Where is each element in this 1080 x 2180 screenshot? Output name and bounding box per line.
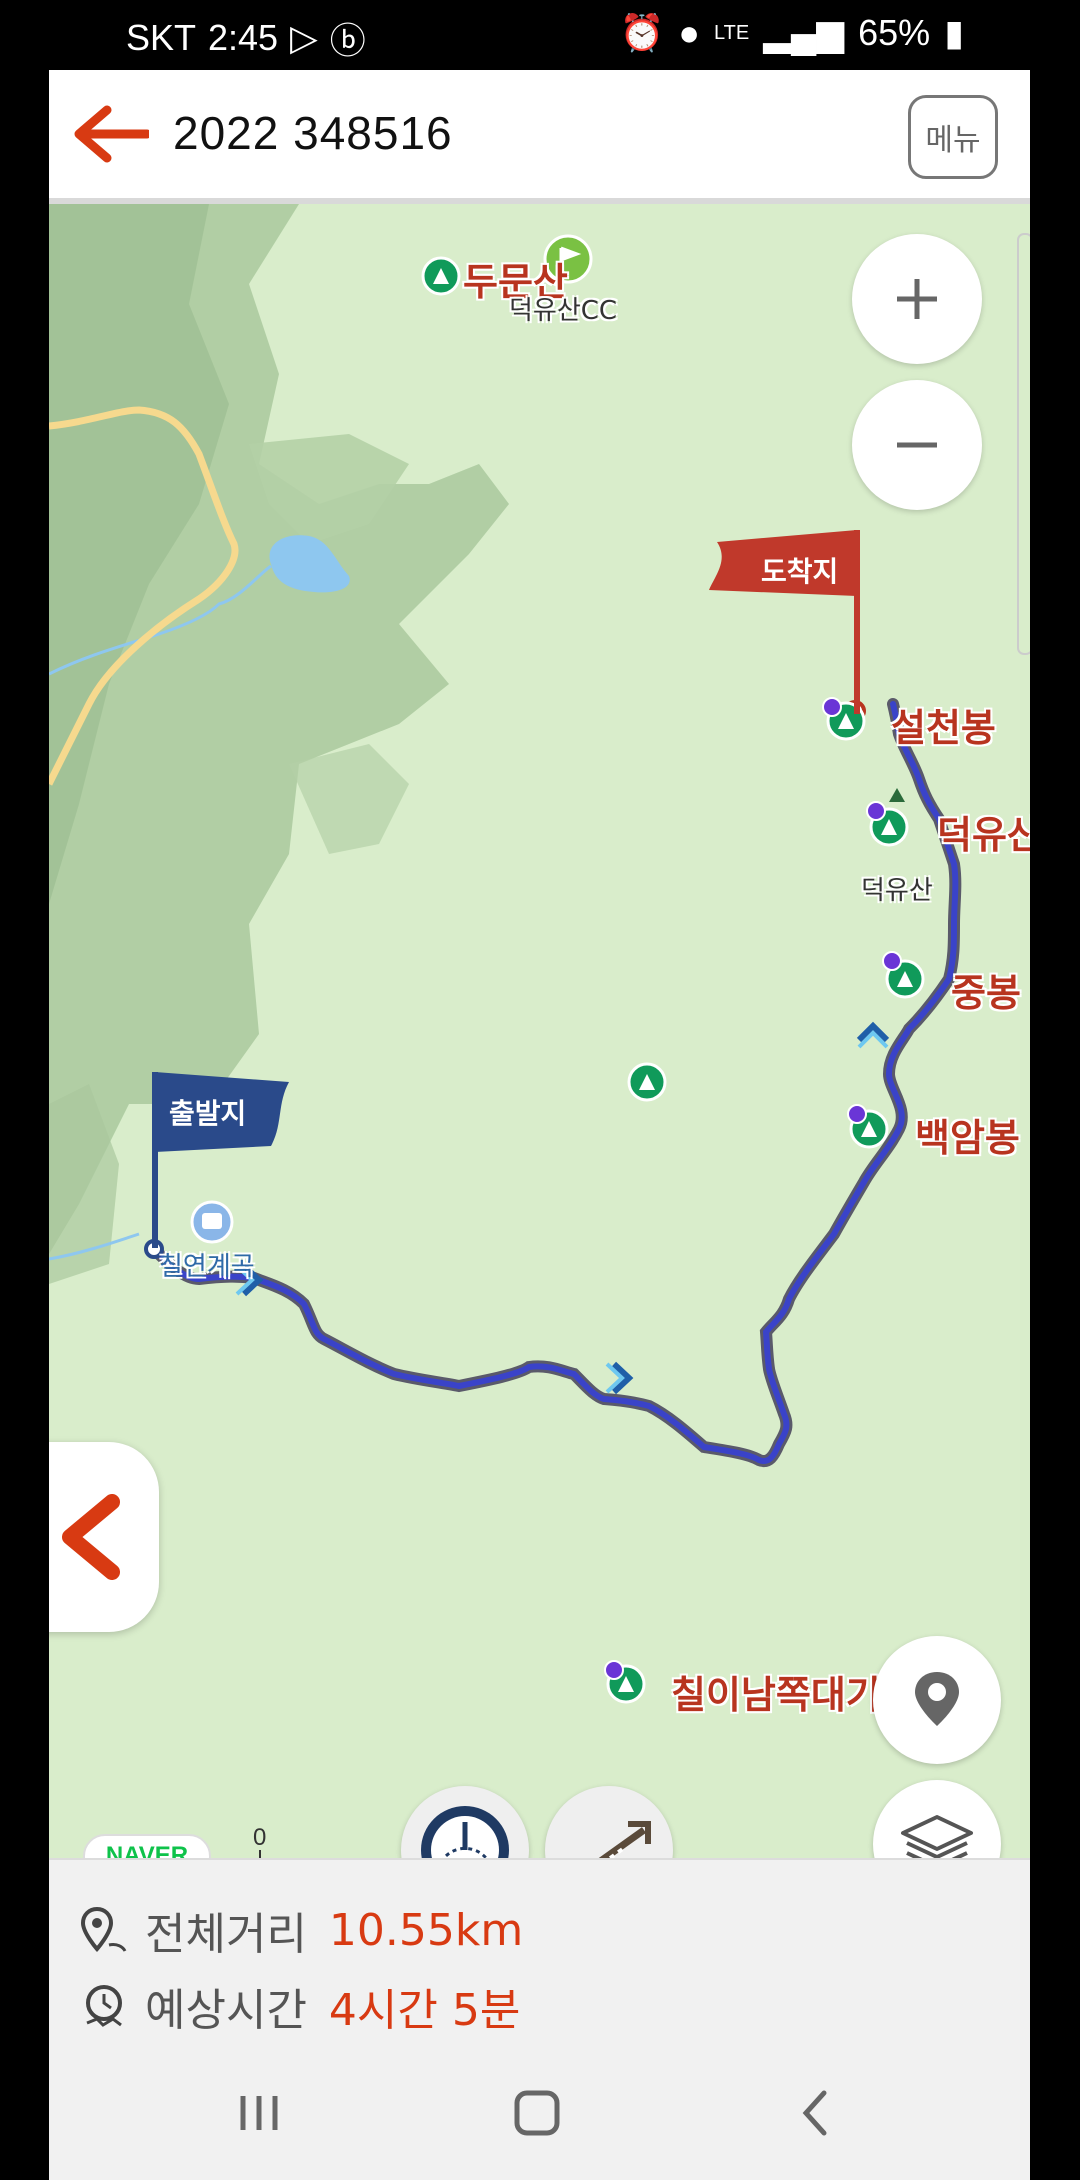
start-flag-label: 출발지 [169, 1097, 247, 1130]
status-right: ⏰ ● LTE ▂▄▆ 65% ▮ [619, 12, 964, 54]
peak-label-seolcheonbong[interactable]: 설천봉 [891, 697, 996, 752]
location-status-icon: ● [678, 12, 701, 53]
nav-back-button[interactable] [775, 2078, 855, 2148]
naver-logo: NAVER [83, 1834, 211, 1858]
start-poi-label[interactable]: 칠연계곡 [159, 1246, 255, 1283]
header: 2022 348516 메뉴 [49, 70, 1030, 204]
network-type: LTE [714, 21, 750, 44]
my-location-button[interactable] [873, 1636, 1001, 1764]
clock: 2:45 [208, 17, 279, 58]
scale-zero: 0 [253, 1824, 267, 1851]
battery-icon: ▮ [944, 12, 964, 53]
elevation-icon [598, 1821, 651, 1858]
carrier: SKT [126, 17, 197, 58]
peak-label-jungbong[interactable]: 중봉 [951, 962, 1021, 1017]
alarm-icon: ⏰ [619, 12, 665, 53]
scale-bar [259, 1850, 411, 1858]
back-arrow-icon [74, 105, 152, 163]
recent-apps-button[interactable] [219, 2078, 299, 2148]
layers-icon [901, 1815, 973, 1858]
location-icon [915, 1672, 959, 1726]
route-info-panel: 전체거리 10.55km 예상시간 4시간 5분 [49, 1858, 1030, 2050]
side-panel-toggle[interactable] [49, 1442, 159, 1632]
page-title: 2022 348516 [173, 107, 453, 159]
menu-button[interactable]: 메뉴 [908, 95, 998, 179]
peak-label-deogyusan[interactable]: 덕유산 [937, 804, 1030, 859]
zoom-out-icon [897, 442, 937, 448]
home-button[interactable] [497, 2078, 577, 2148]
end-flag-label: 도착지 [761, 555, 839, 588]
route-direction-arrow [605, 1361, 634, 1395]
speed-gauge-icon [421, 1806, 509, 1858]
clock-icon [86, 1985, 122, 2027]
distance-value: 10.55km [328, 1904, 524, 1956]
nav-back-icon [802, 2090, 827, 2136]
app-window: 2022 348516 메뉴 두문산 덕유산CC 설천봉 덕유산 덕유산 중봉 … [49, 70, 1030, 2180]
recent-apps-icon [240, 2096, 278, 2130]
distance-label: 전체거리 [145, 1909, 307, 1960]
play-icon: ▷ [290, 17, 318, 58]
time-label: 예상시간 [145, 1985, 307, 2036]
app-b-icon: ⓑ [329, 20, 366, 61]
chevron-left-icon [62, 1494, 120, 1580]
battery-percent: 65% [858, 12, 931, 53]
time-row: 예상시간 4시간 5분 [79, 1974, 520, 2038]
system-nav-bar [49, 2048, 1030, 2180]
distance-pin-icon [80, 1906, 127, 1953]
zoom-in-icon [897, 279, 937, 319]
back-button[interactable] [69, 104, 152, 164]
zoom-in-button[interactable] [852, 234, 982, 364]
distance-row: 전체거리 10.55km [79, 1898, 523, 1962]
golf-course-label[interactable]: 덕유산CC [509, 290, 617, 327]
map-view[interactable]: 두문산 덕유산CC 설천봉 덕유산 덕유산 중봉 백암봉 칠이남쪽대기봉 칠연계… [49, 204, 1030, 1858]
signal-icon: ▂▄▆ [763, 12, 845, 53]
peak-label-baegambong[interactable]: 백암봉 [915, 1107, 1020, 1162]
status-bar: SKT 2:45 ▷ ⓑ ⏰ ● LTE ▂▄▆ 65% ▮ [0, 0, 1080, 70]
peak-sub-label-deogyusan: 덕유산 [861, 876, 933, 906]
status-left: SKT 2:45 ▷ ⓑ [126, 12, 366, 64]
route-direction-arrow [856, 1021, 890, 1049]
home-icon [514, 2090, 560, 2136]
time-value: 4시간 5분 [328, 1985, 521, 2036]
zoom-out-button[interactable] [852, 380, 982, 510]
